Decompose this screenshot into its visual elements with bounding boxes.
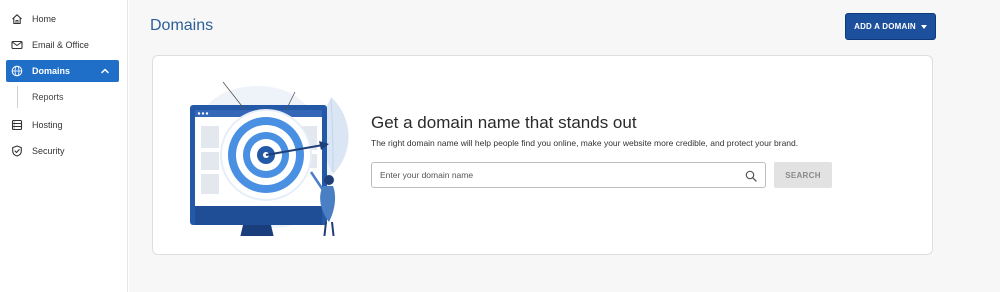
server-icon (11, 119, 23, 131)
target-illustration-icon (190, 81, 349, 236)
sidebar-item-hosting[interactable]: Hosting (6, 114, 119, 136)
sidebar-item-email-office[interactable]: Email & Office (6, 34, 119, 56)
search-icon[interactable] (745, 169, 757, 182)
search-button[interactable]: SEARCH (774, 162, 832, 188)
sidebar-item-label: Security (32, 146, 65, 156)
add-domain-button-label: ADD A DOMAIN (854, 22, 916, 31)
search-button-label: SEARCH (785, 170, 821, 180)
page-title: Domains (150, 17, 214, 34)
domain-search-field[interactable] (371, 162, 766, 188)
sidebar-item-label: Domains (32, 66, 71, 76)
shield-icon (11, 145, 23, 157)
home-icon (11, 13, 23, 25)
chevron-up-icon[interactable] (99, 65, 111, 77)
sidebar-subitem-reports[interactable]: Reports (17, 86, 64, 108)
sidebar: Home Email & Office Domains Reports Host… (0, 0, 128, 292)
mail-icon (11, 39, 23, 51)
sidebar-item-label: Email & Office (32, 40, 89, 50)
domain-search-card: Get a domain name that stands out The ri… (152, 55, 933, 255)
sidebar-item-security[interactable]: Security (6, 140, 119, 162)
sidebar-item-domains[interactable]: Domains (6, 60, 119, 82)
globe-icon (11, 65, 23, 77)
sidebar-item-home[interactable]: Home (6, 8, 119, 30)
card-subtext: The right domain name will help people f… (371, 138, 799, 148)
add-domain-button[interactable]: ADD A DOMAIN (845, 13, 936, 40)
main-content: Domains ADD A DOMAIN Get a domain name t… (129, 0, 1000, 292)
domain-search-input[interactable] (372, 163, 732, 187)
sidebar-item-label: Hosting (32, 120, 63, 130)
sidebar-subitem-label: Reports (32, 92, 64, 102)
sidebar-item-label: Home (32, 14, 57, 24)
caret-down-icon (920, 24, 927, 29)
card-headline: Get a domain name that stands out (371, 113, 637, 132)
